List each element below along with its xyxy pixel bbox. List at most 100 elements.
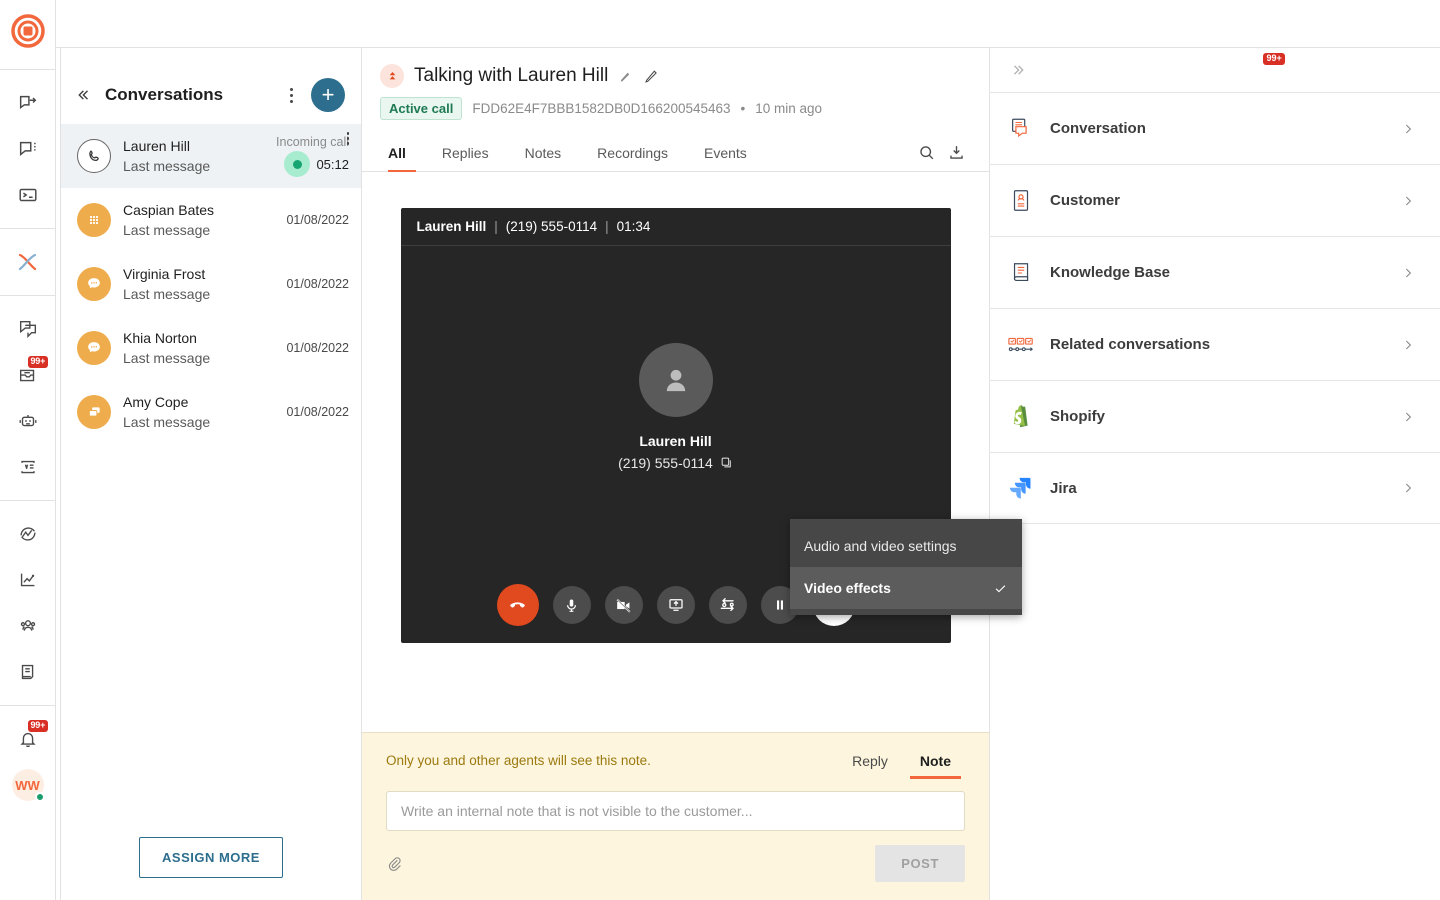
attach-file-button[interactable] [386,855,403,872]
contact-name: Lauren Hill [123,136,264,156]
flow-x-icon [16,250,40,274]
conversations-icon [17,318,39,340]
conversation-body: Lauren Hill | (219) 555-0114 | 01:34 Lau… [362,172,989,732]
search-icon [917,143,936,162]
new-conversation-button[interactable]: + [311,78,345,112]
rail-item-flow[interactable] [8,242,48,282]
rail-item-notifications[interactable]: 99+ [8,719,48,759]
rail-item-terminal[interactable] [8,175,48,215]
rail-item-chat-options[interactable] [8,129,48,169]
conversation-list-more-button[interactable] [279,81,303,109]
panel-item-conversation[interactable]: Conversation [990,92,1440,164]
post-button[interactable]: POST [875,845,965,882]
assignee-badge: 99+ [1263,53,1284,65]
list-item[interactable]: Lauren Hill Last message Incoming call 0… [61,124,361,188]
note-input[interactable] [386,791,965,831]
avatar-initials: WW [15,778,40,793]
tab-note[interactable]: Note [906,747,965,779]
context-panel: Conversation Customer [990,48,1440,900]
green-dot [293,160,302,169]
copy-icon [720,456,733,469]
rail-item-pulse[interactable] [8,514,48,554]
panel-item-related-conversations[interactable]: Related conversations [990,308,1440,380]
assign-more-button[interactable]: ASSIGN MORE [139,837,283,878]
conversation-list-header: Conversations + [61,70,361,120]
panel-item-jira[interactable]: Jira [990,452,1440,524]
panel-item-knowledge-base[interactable]: Knowledge Base [990,236,1440,308]
rename-button[interactable] [643,68,660,85]
rail-item-inbox[interactable]: 99+ [8,355,48,395]
tab-all[interactable]: All [380,134,424,172]
conversation-meta: 01/08/2022 [283,213,349,227]
conversation-avatar [77,267,111,301]
tab-events[interactable]: Events [686,134,765,172]
conversation-header-title-row: Talking with Lauren Hill [380,64,971,88]
book-glyph [1009,260,1034,286]
rail-group-analytics [8,501,48,705]
rail-group-top [8,70,48,228]
rail-item-teams[interactable] [8,606,48,646]
channels-hash-icon [17,456,39,478]
copy-phone-button[interactable] [720,456,733,469]
panel-label: Customer [1050,192,1386,209]
search-button[interactable] [911,134,941,172]
call-timer: 05:12 [316,157,349,172]
user-avatar[interactable]: WW [8,765,48,805]
conversation-text: Amy Cope Last message [123,392,271,433]
participant-name: Lauren Hill [639,433,711,449]
share-screen-button[interactable] [657,586,695,624]
contact-name: Khia Norton [123,328,271,348]
panel-item-customer[interactable]: Customer [990,164,1440,236]
person-icon [657,361,695,399]
pulse-icon [17,523,39,545]
list-item[interactable]: Virginia Frost Last message 01/08/2022 [61,252,361,316]
chevron-right-icon [1400,337,1416,353]
contact-name: Caspian Bates [123,200,271,220]
download-button[interactable] [941,134,971,172]
panel-label: Knowledge Base [1050,264,1386,281]
mute-button[interactable] [553,586,591,624]
page-title: Conversations [105,85,271,105]
list-item[interactable]: Khia Norton Last message 01/08/2022 [61,316,361,380]
chat-options-icon [17,138,39,160]
expand-panel-button[interactable] [1004,55,1034,85]
pencil-icon [618,69,633,84]
list-item[interactable]: Caspian Bates Last message 01/08/2022 [61,188,361,252]
transfer-button[interactable] [709,586,747,624]
rail-item-share-chat[interactable] [8,83,48,123]
rail-item-analytics[interactable] [8,560,48,600]
voice-channel-icon [380,64,404,88]
tab-notes[interactable]: Notes [507,134,580,172]
voice-channel-glyph [386,70,399,83]
list-item-more-button[interactable] [347,132,350,145]
rail-group-modules: 99+ [8,296,48,500]
tab-reply[interactable]: Reply [838,747,902,779]
kebab-dot [290,100,293,103]
chevron-right-icon [1400,265,1416,281]
rail-group-main [8,229,48,295]
customer-card-icon [1006,188,1036,214]
rail-item-bot[interactable] [8,401,48,441]
menu-item-audio-video-settings[interactable]: Audio and video settings [790,525,1022,567]
app-logo[interactable] [11,14,45,53]
edit-title-button[interactable] [618,69,633,84]
double-chevron-left-icon [74,86,92,104]
hangup-button[interactable] [497,584,539,626]
rail-item-conversations[interactable] [8,309,48,349]
inbox-badge: 99+ [28,356,49,368]
last-message: Last message [123,348,271,368]
menu-item-label: Audio and video settings [804,538,957,554]
call-header-phone: (219) 555-0114 [506,219,597,234]
kebab-dot [290,94,293,97]
status-badge: Active call [380,97,462,120]
video-toggle-button[interactable] [605,586,643,624]
list-item[interactable]: Amy Cope Last message 01/08/2022 [61,380,361,444]
collapse-panel-button[interactable] [69,81,97,109]
panel-item-shopify[interactable]: Shopify [990,380,1440,452]
tab-replies[interactable]: Replies [424,134,507,172]
rail-item-reports[interactable] [8,652,48,692]
tab-recordings[interactable]: Recordings [579,134,686,172]
conversation-id: FDD62E4F7BBB1582DB0D166200545463 [472,101,730,116]
menu-item-video-effects[interactable]: Video effects [790,567,1022,609]
rail-item-channels[interactable] [8,447,48,487]
